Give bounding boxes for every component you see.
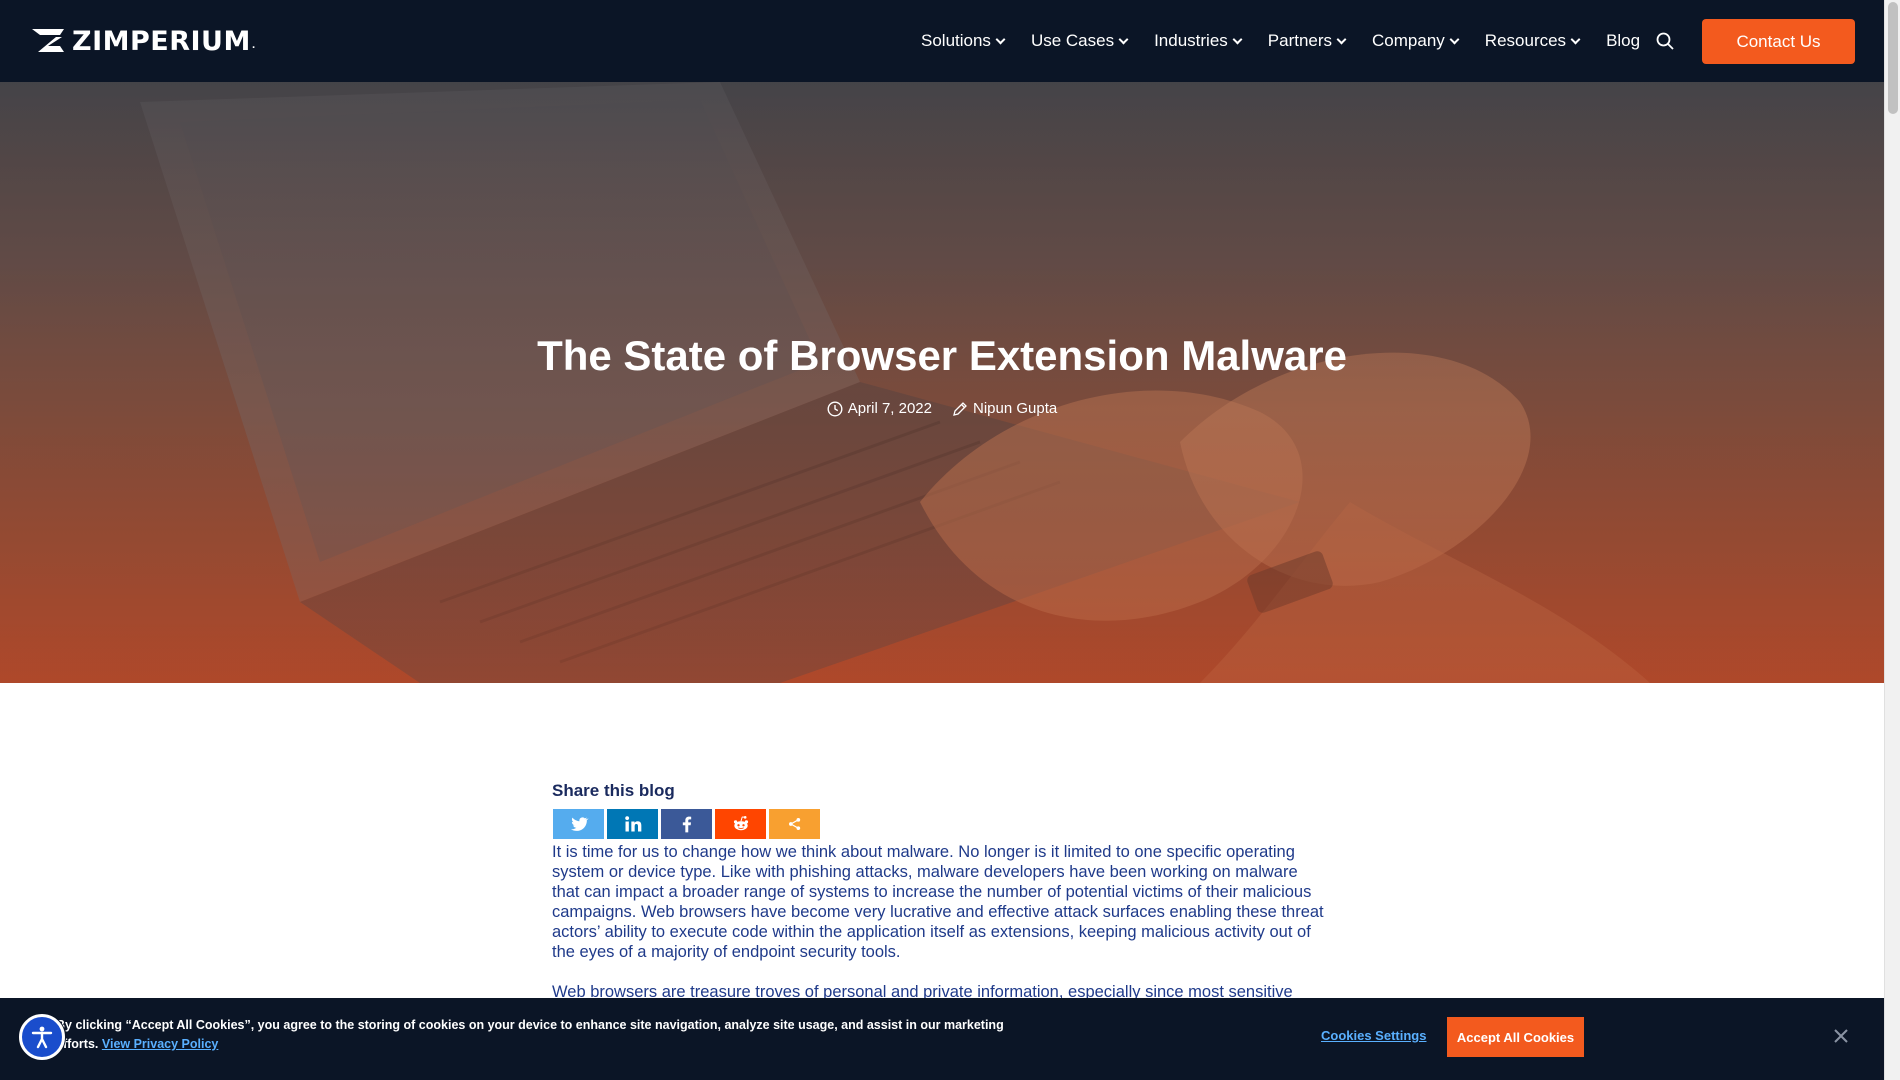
nav-label: Resources [1484, 31, 1567, 50]
nav-label: Partners [1267, 31, 1333, 50]
chevron-down-icon [1118, 34, 1129, 44]
article-paragraph: It is time for us to change how we think… [552, 843, 1324, 961]
nav-item-company[interactable]: Company [1372, 31, 1460, 51]
cookie-message: By clicking “Accept All Cookies”, you ag… [56, 1016, 1046, 1054]
cookies-settings-button[interactable]: Cookies Settings [1321, 1028, 1426, 1043]
zimperium-logo[interactable]: ZIMPERIUM. [30, 24, 256, 58]
cookie-banner: By clicking “Accept All Cookies”, you ag… [0, 998, 1884, 1080]
accessibility-button[interactable] [19, 1014, 65, 1060]
clock-icon [827, 400, 843, 417]
nav-item-partners[interactable]: Partners [1267, 31, 1347, 51]
share-reddit-button[interactable] [715, 809, 766, 839]
share-buttons [553, 809, 1324, 839]
chevron-down-icon [1232, 34, 1243, 44]
nav-label: Company [1372, 31, 1445, 50]
share-facebook-button[interactable] [661, 809, 712, 839]
chevron-down-icon [1449, 34, 1460, 44]
nav-label: Blog [1606, 31, 1641, 50]
contact-us-button[interactable]: Contact Us [1702, 19, 1855, 64]
facebook-icon [682, 816, 691, 833]
chevron-down-icon [1570, 34, 1581, 44]
zimperium-logo-mark [32, 29, 64, 52]
author-name: Nipun Gupta [973, 400, 1058, 417]
linkedin-icon [624, 816, 641, 832]
share-more-button[interactable] [769, 809, 820, 839]
chevron-down-icon [1336, 34, 1347, 44]
nav-label: Solutions [921, 31, 991, 50]
article-date: April 7, 2022 [827, 400, 932, 417]
share-linkedin-button[interactable] [607, 809, 658, 839]
scrollbar-thumb[interactable] [1888, 2, 1898, 114]
twitter-icon [570, 817, 589, 831]
article-body: Share this blog It is time for us to cha… [552, 781, 1324, 1022]
page-scrollbar[interactable] [1884, 0, 1900, 1080]
logo-wordmark: ZIMPERIUM. [72, 25, 256, 57]
privacy-policy-link[interactable]: View Privacy Policy [102, 1037, 219, 1051]
site-header: ZIMPERIUM. Solutions Use Cases Industrie… [0, 0, 1884, 82]
search-icon[interactable] [1656, 32, 1674, 50]
date-text: April 7, 2022 [847, 400, 932, 417]
article-title: The State of Browser Extension Malware [537, 332, 1347, 379]
article-meta: April 7, 2022 Nipun Gupta [0, 400, 1884, 417]
nav-item-use-cases[interactable]: Use Cases [1030, 31, 1129, 51]
nav-item-solutions[interactable]: Solutions [921, 31, 1006, 51]
pencil-icon [953, 401, 967, 416]
hero-background-image [0, 82, 1884, 683]
nav-item-industries[interactable]: Industries [1154, 31, 1243, 51]
hero-banner: The State of Browser Extension Malware A… [0, 82, 1884, 683]
reddit-icon [733, 816, 748, 831]
accessibility-icon [31, 1026, 53, 1049]
nav-item-blog[interactable]: Blog [1606, 31, 1640, 51]
nav-label: Industries [1154, 31, 1228, 50]
accept-all-cookies-button[interactable]: Accept All Cookies [1447, 1017, 1584, 1057]
chevron-down-icon [995, 34, 1006, 44]
article-author[interactable]: Nipun Gupta [952, 400, 1057, 417]
main-nav: Solutions Use Cases Industries Partners … [921, 0, 1666, 82]
nav-label: Use Cases [1030, 31, 1115, 50]
share-heading: Share this blog [552, 781, 675, 800]
more-icon [788, 818, 800, 830]
share-twitter-button[interactable] [553, 809, 604, 839]
close-icon[interactable] [1832, 1027, 1850, 1045]
nav-item-resources[interactable]: Resources [1484, 31, 1581, 51]
